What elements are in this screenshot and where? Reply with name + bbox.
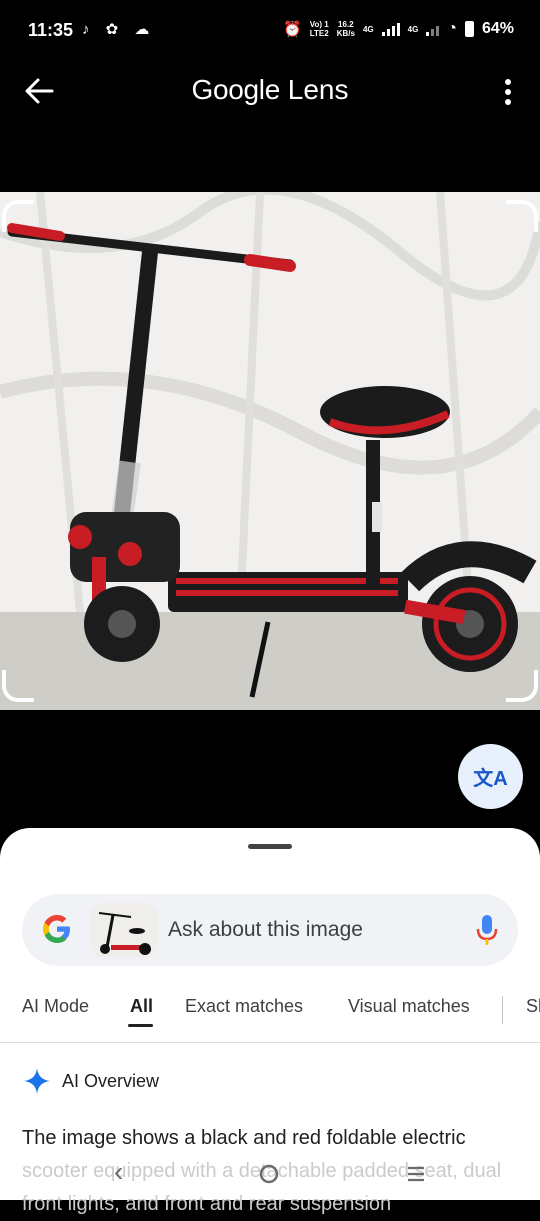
nav-home-icon[interactable]: [259, 1164, 279, 1184]
image-thumbnail[interactable]: [91, 903, 157, 957]
tab-all[interactable]: All: [130, 996, 153, 1017]
result-tabs: AI Mode All Exact matches Visual matches…: [0, 996, 540, 1040]
battery-icon: [464, 21, 474, 37]
translate-icon: 文A: [473, 768, 508, 790]
status-right: ⏰ Vo) 1 LTE2 16.2 KB/s 4G 4G ◔ 64%: [283, 20, 514, 38]
google-g-icon: [43, 915, 70, 943]
results-sheet: Ask about this image AI Mode All Exact m…: [0, 828, 540, 1215]
app-bar: Google Lens: [0, 60, 540, 124]
ai-overview-header[interactable]: AI Overview: [24, 1068, 159, 1094]
crop-corner-top-right[interactable]: [506, 200, 538, 232]
tab-visual-matches[interactable]: Visual matches: [348, 996, 470, 1017]
search-bar[interactable]: Ask about this image: [22, 894, 518, 966]
tab-ai-mode[interactable]: AI Mode: [22, 996, 89, 1017]
alarm-icon: ⏰: [283, 21, 302, 38]
network-type-2: 4G: [407, 24, 419, 34]
network-speed: 16.2 KB/s: [336, 20, 355, 38]
more-options-icon[interactable]: [504, 78, 512, 106]
wifi-icon: ◔: [447, 20, 457, 37]
crop-corner-top-left[interactable]: [2, 200, 34, 232]
crop-corner-bottom-left[interactable]: [2, 670, 34, 702]
system-nav-bar: ‹: [0, 1152, 540, 1200]
tab-separator: [502, 996, 503, 1024]
nav-back-icon[interactable]: ‹: [114, 1156, 123, 1188]
sheet-drag-handle[interactable]: [248, 844, 292, 849]
scanned-image[interactable]: [0, 192, 540, 710]
clock: 11:35: [28, 20, 74, 40]
signal-icon-2: [426, 22, 440, 36]
tab-shopping[interactable]: Sh: [526, 996, 540, 1017]
signal-icon: [381, 22, 400, 36]
translate-button[interactable]: 文A: [458, 744, 523, 809]
notification-icons: ♪ ✿ ☁: [82, 21, 156, 38]
search-placeholder: Ask about this image: [168, 918, 363, 941]
tab-exact-matches[interactable]: Exact matches: [185, 996, 303, 1017]
app-title: Google Lens: [191, 74, 349, 105]
status-bar: 11:35 ♪ ✿ ☁ ⏰ Vo) 1 LTE2 16.2 KB/s 4G 4G ◔…: [0, 0, 540, 60]
microphone-icon[interactable]: [476, 914, 498, 946]
tabs-divider: [0, 1042, 540, 1043]
nav-recents-icon[interactable]: [406, 1166, 426, 1182]
ai-overview-title: AI Overview: [62, 1070, 160, 1091]
crop-corner-bottom-right[interactable]: [506, 670, 538, 702]
network-type-1: 4G: [362, 24, 374, 34]
sparkle-icon: [24, 1068, 50, 1094]
volte-indicator: Vo) 1 LTE2: [309, 20, 329, 38]
active-tab-indicator: [128, 1024, 153, 1027]
battery-level: 64%: [481, 20, 514, 37]
